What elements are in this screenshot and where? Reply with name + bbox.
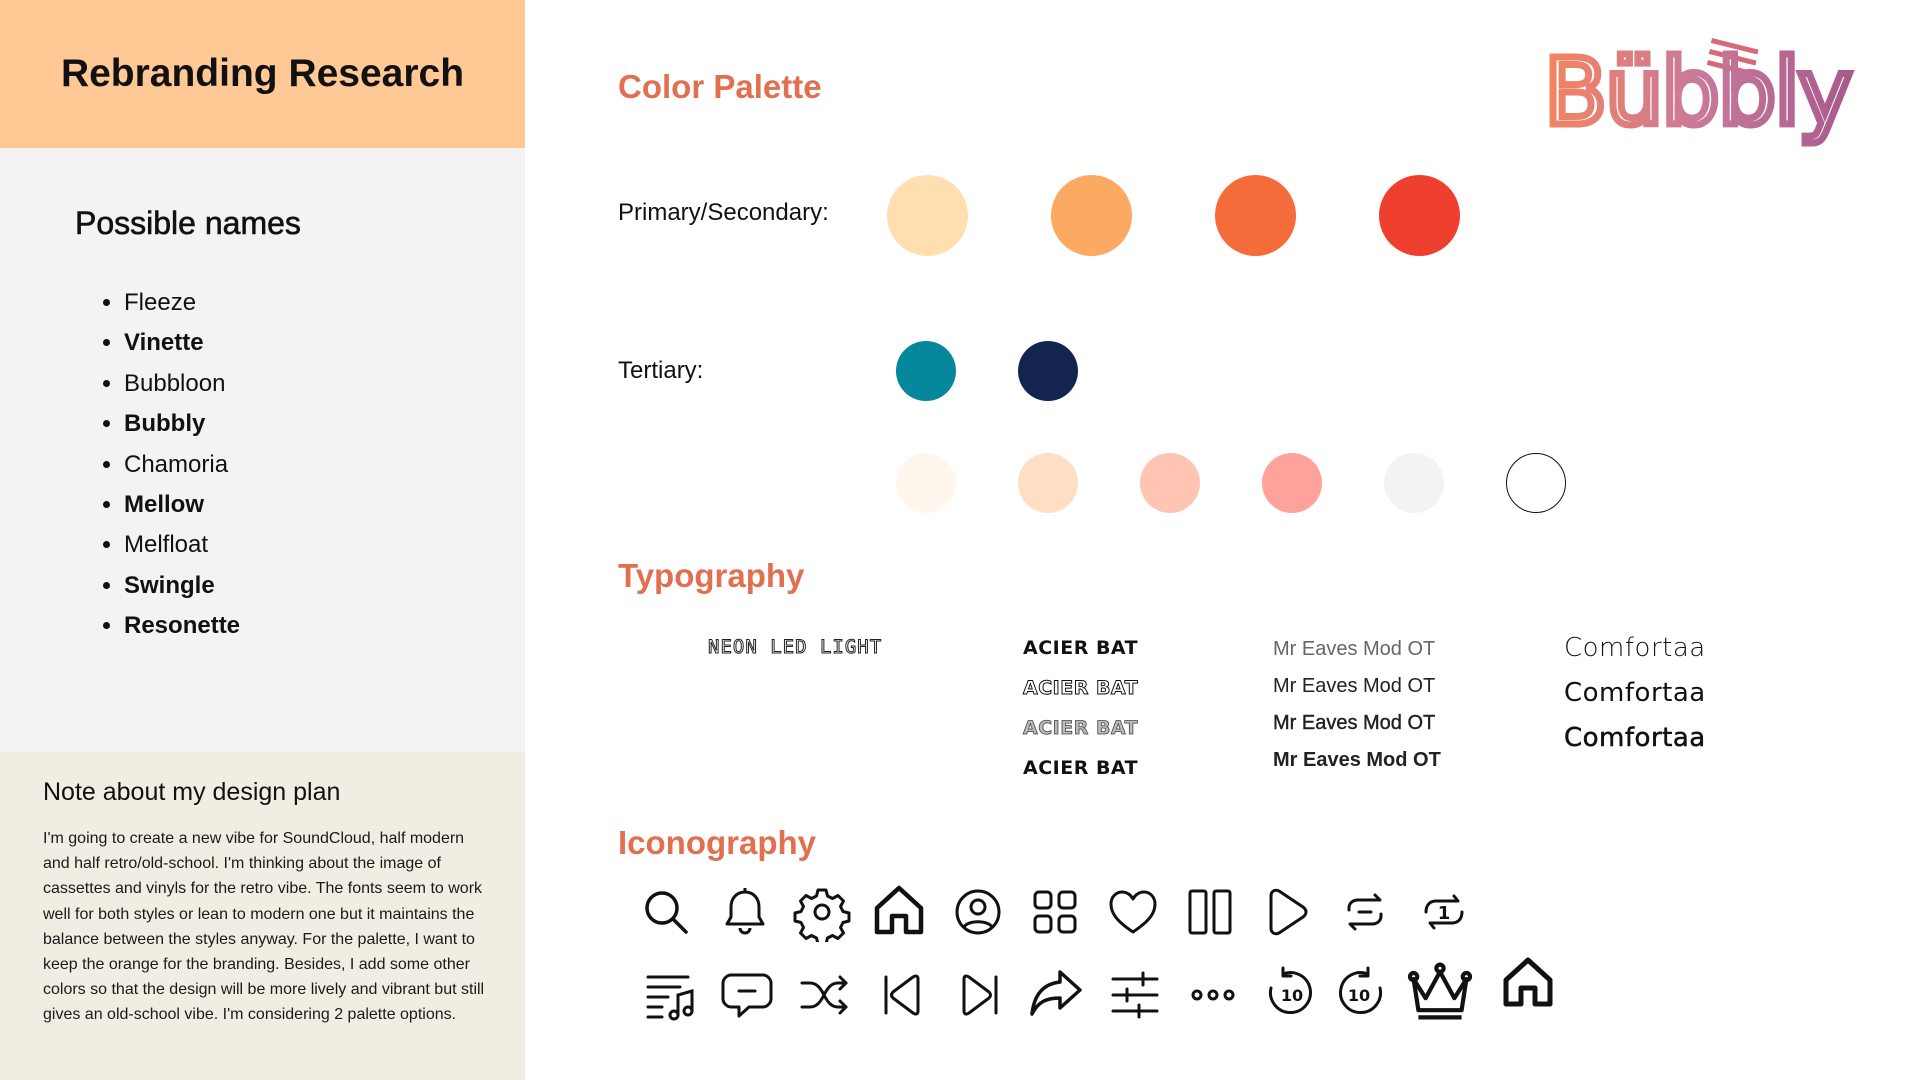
primary-label: Primary/Secondary: (618, 199, 829, 226)
swatch-primary-4 (1379, 175, 1460, 256)
swatch-option2-2 (1018, 453, 1078, 513)
next-icon (950, 965, 1010, 1025)
more-icon (1183, 965, 1243, 1025)
list-item: Chamoria (124, 448, 240, 488)
font-sample-comfortaa-bold: Comfortaa (1564, 723, 1706, 754)
font-sample-eaves-bold: Mr Eaves Mod OT (1273, 749, 1441, 771)
search-icon (636, 882, 696, 942)
tertiary-label: Tertiary: (618, 357, 704, 384)
design-note: Note about my design plan I'm going to c… (0, 752, 525, 1080)
font-sample-acier-2: ACIER BAT (1022, 677, 1139, 700)
list-item: Melfloat (124, 528, 240, 568)
bubbly-logo: Bübbly (1541, 36, 1856, 149)
font-sample-acier-4: ACIER BAT (1023, 757, 1139, 779)
columns-icon (1180, 882, 1240, 942)
names-heading: Possible names (75, 205, 301, 242)
sliders-icon (1105, 965, 1165, 1025)
list-item: Mellow (124, 488, 240, 528)
home-bold-icon (1498, 952, 1558, 1012)
chat-icon (717, 965, 777, 1025)
shuffle-icon (794, 965, 854, 1025)
user-circle-icon (948, 882, 1008, 942)
list-item: Vinette (124, 326, 240, 366)
list-item: Resonette (124, 609, 240, 649)
previous-icon (872, 965, 932, 1025)
music-list-icon (640, 965, 700, 1025)
play-icon (1257, 882, 1317, 942)
page-title: Rebranding Research (60, 52, 465, 95)
home-icon (869, 880, 929, 940)
list-item: Swingle (124, 569, 240, 609)
heart-icon (1103, 882, 1163, 942)
note-body: I'm going to create a new vibe for Sound… (43, 830, 485, 1024)
font-sample-comfortaa-regular: Comfortaa (1564, 678, 1706, 708)
font-sample-eaves-regular: Mr Eaves Mod OT (1273, 675, 1436, 697)
forward-10-icon: 10 (1330, 962, 1390, 1022)
font-sample-neon: NEON LED LIGHT (707, 636, 883, 659)
share-icon (1026, 962, 1086, 1022)
swatch-option2-6 (1506, 453, 1566, 513)
typography-heading: Typography (618, 557, 805, 594)
font-sample-acier-3: ACIER BAT (1023, 717, 1139, 740)
swatch-tertiary-2 (1018, 341, 1078, 401)
rewind-number: 10 (1281, 986, 1303, 1005)
color-palette-heading: Color Palette (618, 68, 822, 105)
font-sample-comfortaa-light: Comfortaa (1564, 633, 1706, 663)
bell-icon (715, 882, 775, 942)
font-sample-acier-1: ACIER BAT (1023, 637, 1139, 659)
font-sample-eaves-light: Mr Eaves Mod OT (1273, 638, 1436, 660)
font-sample-eaves-medium: Mr Eaves Mod OT (1273, 712, 1436, 734)
swatch-option2-4 (1262, 453, 1322, 513)
title-box: Rebranding Research (0, 0, 525, 148)
list-item: Fleeze (124, 286, 240, 326)
iconography-heading: Iconography (618, 824, 817, 861)
forward-number: 10 (1348, 986, 1370, 1005)
names-list: Fleeze Vinette Bubbloon Bubbly Chamoria … (100, 286, 240, 650)
repeat-icon (1335, 882, 1395, 942)
swatch-primary-1 (887, 175, 968, 256)
swatch-primary-3 (1215, 175, 1296, 256)
grid-icon (1025, 882, 1085, 942)
note-heading: Note about my design plan (43, 778, 341, 806)
crown-icon (1404, 955, 1476, 1027)
swatch-option2-5 (1384, 453, 1444, 513)
repeat-one-number: 1 (1438, 903, 1451, 924)
left-panel: Rebranding Research Possible names Fleez… (0, 0, 525, 1080)
repeat-one-icon: 1 (1414, 882, 1474, 942)
list-item: Bubbloon (124, 367, 240, 407)
logo-text: Bübbly (1544, 39, 1850, 146)
rewind-10-icon: 10 (1261, 962, 1321, 1022)
swatch-option2-3 (1140, 453, 1200, 513)
swatch-option2-1 (896, 453, 956, 513)
swatch-primary-2 (1051, 175, 1132, 256)
gear-icon (792, 882, 852, 946)
swatch-tertiary-1 (896, 341, 956, 401)
list-item: Bubbly (124, 407, 240, 447)
